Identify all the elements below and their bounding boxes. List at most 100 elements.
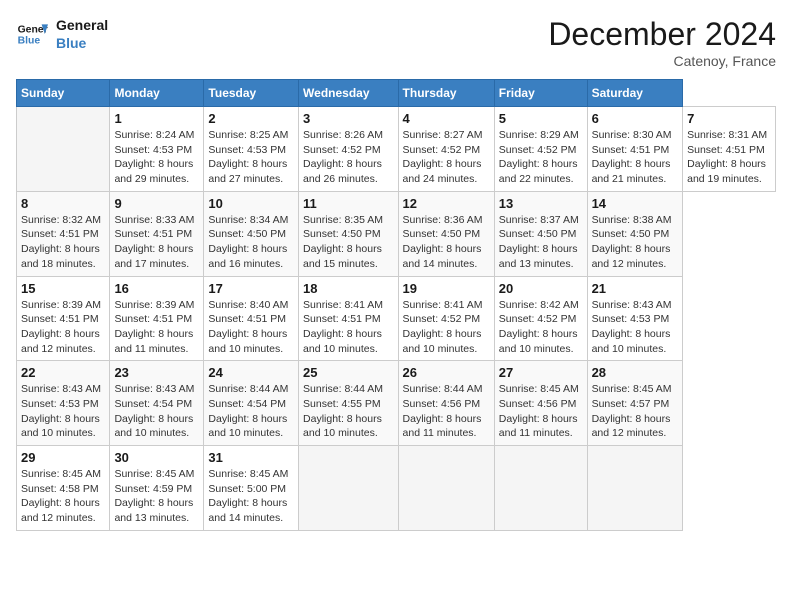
day-cell-21: 21 Sunrise: 8:43 AMSunset: 4:53 PMDayligh… <box>587 276 683 361</box>
day-cell-26: 26 Sunrise: 8:44 AMSunset: 4:56 PMDayligh… <box>398 361 494 446</box>
week-row-1: 1 Sunrise: 8:24 AMSunset: 4:53 PMDaylight… <box>17 107 776 192</box>
day-info: Sunrise: 8:39 AMSunset: 4:51 PMDaylight:… <box>114 298 199 357</box>
empty-cell <box>299 446 399 531</box>
day-number: 12 <box>403 196 490 211</box>
col-header-thursday: Thursday <box>398 80 494 107</box>
day-info: Sunrise: 8:33 AMSunset: 4:51 PMDaylight:… <box>114 213 199 272</box>
day-info: Sunrise: 8:42 AMSunset: 4:52 PMDaylight:… <box>499 298 583 357</box>
day-number: 3 <box>303 111 394 126</box>
day-info: Sunrise: 8:30 AMSunset: 4:51 PMDaylight:… <box>592 128 679 187</box>
day-cell-3: 3 Sunrise: 8:26 AMSunset: 4:52 PMDaylight… <box>299 107 399 192</box>
day-cell-28: 28 Sunrise: 8:45 AMSunset: 4:57 PMDayligh… <box>587 361 683 446</box>
col-header-tuesday: Tuesday <box>204 80 299 107</box>
day-number: 8 <box>21 196 105 211</box>
week-row-3: 15 Sunrise: 8:39 AMSunset: 4:51 PMDayligh… <box>17 276 776 361</box>
day-cell-11: 11Sunrise: 8:35 AMSunset: 4:50 PMDayligh… <box>299 191 399 276</box>
week-row-5: 29 Sunrise: 8:45 AMSunset: 4:58 PMDayligh… <box>17 446 776 531</box>
calendar-table: SundayMondayTuesdayWednesdayThursdayFrid… <box>16 79 776 531</box>
day-info: Sunrise: 8:45 AMSunset: 4:58 PMDaylight:… <box>21 467 105 526</box>
day-number: 6 <box>592 111 679 126</box>
day-number: 13 <box>499 196 583 211</box>
day-number: 7 <box>687 111 771 126</box>
day-cell-30: 30 Sunrise: 8:45 AMSunset: 4:59 PMDayligh… <box>110 446 204 531</box>
day-info: Sunrise: 8:31 AMSunset: 4:51 PMDaylight:… <box>687 128 771 187</box>
day-info: Sunrise: 8:39 AMSunset: 4:51 PMDaylight:… <box>21 298 105 357</box>
day-number: 26 <box>403 365 490 380</box>
day-cell-10: 10Sunrise: 8:34 AMSunset: 4:50 PMDayligh… <box>204 191 299 276</box>
day-cell-15: 15 Sunrise: 8:39 AMSunset: 4:51 PMDayligh… <box>17 276 110 361</box>
day-info: Sunrise: 8:43 AMSunset: 4:53 PMDaylight:… <box>21 382 105 441</box>
day-number: 14 <box>592 196 679 211</box>
day-info: Sunrise: 8:25 AMSunset: 4:53 PMDaylight:… <box>208 128 294 187</box>
day-cell-5: 5Sunrise: 8:29 AMSunset: 4:52 PMDaylight… <box>494 107 587 192</box>
title-area: December 2024 Catenoy, France <box>548 16 776 69</box>
day-info: Sunrise: 8:45 AMSunset: 4:56 PMDaylight:… <box>499 382 583 441</box>
day-number: 22 <box>21 365 105 380</box>
logo-text-general: General <box>56 16 108 34</box>
day-info: Sunrise: 8:41 AMSunset: 4:52 PMDaylight:… <box>403 298 490 357</box>
day-info: Sunrise: 8:44 AMSunset: 4:56 PMDaylight:… <box>403 382 490 441</box>
week-row-4: 22 Sunrise: 8:43 AMSunset: 4:53 PMDayligh… <box>17 361 776 446</box>
empty-cell <box>587 446 683 531</box>
day-number: 4 <box>403 111 490 126</box>
day-info: Sunrise: 8:43 AMSunset: 4:54 PMDaylight:… <box>114 382 199 441</box>
day-info: Sunrise: 8:43 AMSunset: 4:53 PMDaylight:… <box>592 298 679 357</box>
empty-cell <box>398 446 494 531</box>
day-number: 9 <box>114 196 199 211</box>
logo: General Blue General Blue <box>16 16 108 52</box>
day-info: Sunrise: 8:24 AMSunset: 4:53 PMDaylight:… <box>114 128 199 187</box>
day-info: Sunrise: 8:36 AMSunset: 4:50 PMDaylight:… <box>403 213 490 272</box>
day-cell-14: 14Sunrise: 8:38 AMSunset: 4:50 PMDayligh… <box>587 191 683 276</box>
day-number: 15 <box>21 281 105 296</box>
day-number: 24 <box>208 365 294 380</box>
day-number: 20 <box>499 281 583 296</box>
day-cell-27: 27Sunrise: 8:45 AMSunset: 4:56 PMDayligh… <box>494 361 587 446</box>
col-header-monday: Monday <box>110 80 204 107</box>
day-cell-29: 29 Sunrise: 8:45 AMSunset: 4:58 PMDayligh… <box>17 446 110 531</box>
header-row: SundayMondayTuesdayWednesdayThursdayFrid… <box>17 80 776 107</box>
day-cell-16: 16 Sunrise: 8:39 AMSunset: 4:51 PMDayligh… <box>110 276 204 361</box>
day-number: 16 <box>114 281 199 296</box>
day-info: Sunrise: 8:45 AMSunset: 4:57 PMDaylight:… <box>592 382 679 441</box>
day-cell-4: 4 Sunrise: 8:27 AMSunset: 4:52 PMDaylight… <box>398 107 494 192</box>
day-cell-2: 2Sunrise: 8:25 AMSunset: 4:53 PMDaylight… <box>204 107 299 192</box>
day-cell-31: 31Sunrise: 8:45 AMSunset: 5:00 PMDayligh… <box>204 446 299 531</box>
day-info: Sunrise: 8:45 AMSunset: 4:59 PMDaylight:… <box>114 467 199 526</box>
month-title: December 2024 <box>548 16 776 53</box>
day-cell-25: 25Sunrise: 8:44 AMSunset: 4:55 PMDayligh… <box>299 361 399 446</box>
day-number: 19 <box>403 281 490 296</box>
logo-icon: General Blue <box>16 18 48 50</box>
day-info: Sunrise: 8:34 AMSunset: 4:50 PMDaylight:… <box>208 213 294 272</box>
day-number: 29 <box>21 450 105 465</box>
day-number: 17 <box>208 281 294 296</box>
day-number: 28 <box>592 365 679 380</box>
day-info: Sunrise: 8:45 AMSunset: 5:00 PMDaylight:… <box>208 467 294 526</box>
day-number: 30 <box>114 450 199 465</box>
day-cell-7: 7 Sunrise: 8:31 AMSunset: 4:51 PMDaylight… <box>683 107 776 192</box>
empty-cell <box>494 446 587 531</box>
day-number: 1 <box>114 111 199 126</box>
svg-text:Blue: Blue <box>18 36 41 47</box>
col-header-friday: Friday <box>494 80 587 107</box>
day-info: Sunrise: 8:32 AMSunset: 4:51 PMDaylight:… <box>21 213 105 272</box>
day-number: 11 <box>303 196 394 211</box>
day-number: 5 <box>499 111 583 126</box>
day-number: 21 <box>592 281 679 296</box>
header: General Blue General Blue December 2024 … <box>16 16 776 69</box>
day-info: Sunrise: 8:44 AMSunset: 4:55 PMDaylight:… <box>303 382 394 441</box>
day-info: Sunrise: 8:26 AMSunset: 4:52 PMDaylight:… <box>303 128 394 187</box>
col-header-sunday: Sunday <box>17 80 110 107</box>
day-cell-8: 8 Sunrise: 8:32 AMSunset: 4:51 PMDaylight… <box>17 191 110 276</box>
day-cell-9: 9 Sunrise: 8:33 AMSunset: 4:51 PMDaylight… <box>110 191 204 276</box>
week-row-2: 8 Sunrise: 8:32 AMSunset: 4:51 PMDaylight… <box>17 191 776 276</box>
day-cell-6: 6 Sunrise: 8:30 AMSunset: 4:51 PMDaylight… <box>587 107 683 192</box>
day-cell-23: 23Sunrise: 8:43 AMSunset: 4:54 PMDayligh… <box>110 361 204 446</box>
day-cell-18: 18Sunrise: 8:41 AMSunset: 4:51 PMDayligh… <box>299 276 399 361</box>
day-cell-24: 24Sunrise: 8:44 AMSunset: 4:54 PMDayligh… <box>204 361 299 446</box>
logo-text-blue: Blue <box>56 34 108 52</box>
day-info: Sunrise: 8:41 AMSunset: 4:51 PMDaylight:… <box>303 298 394 357</box>
day-cell-20: 20 Sunrise: 8:42 AMSunset: 4:52 PMDayligh… <box>494 276 587 361</box>
day-cell-17: 17Sunrise: 8:40 AMSunset: 4:51 PMDayligh… <box>204 276 299 361</box>
day-info: Sunrise: 8:27 AMSunset: 4:52 PMDaylight:… <box>403 128 490 187</box>
day-cell-22: 22 Sunrise: 8:43 AMSunset: 4:53 PMDayligh… <box>17 361 110 446</box>
